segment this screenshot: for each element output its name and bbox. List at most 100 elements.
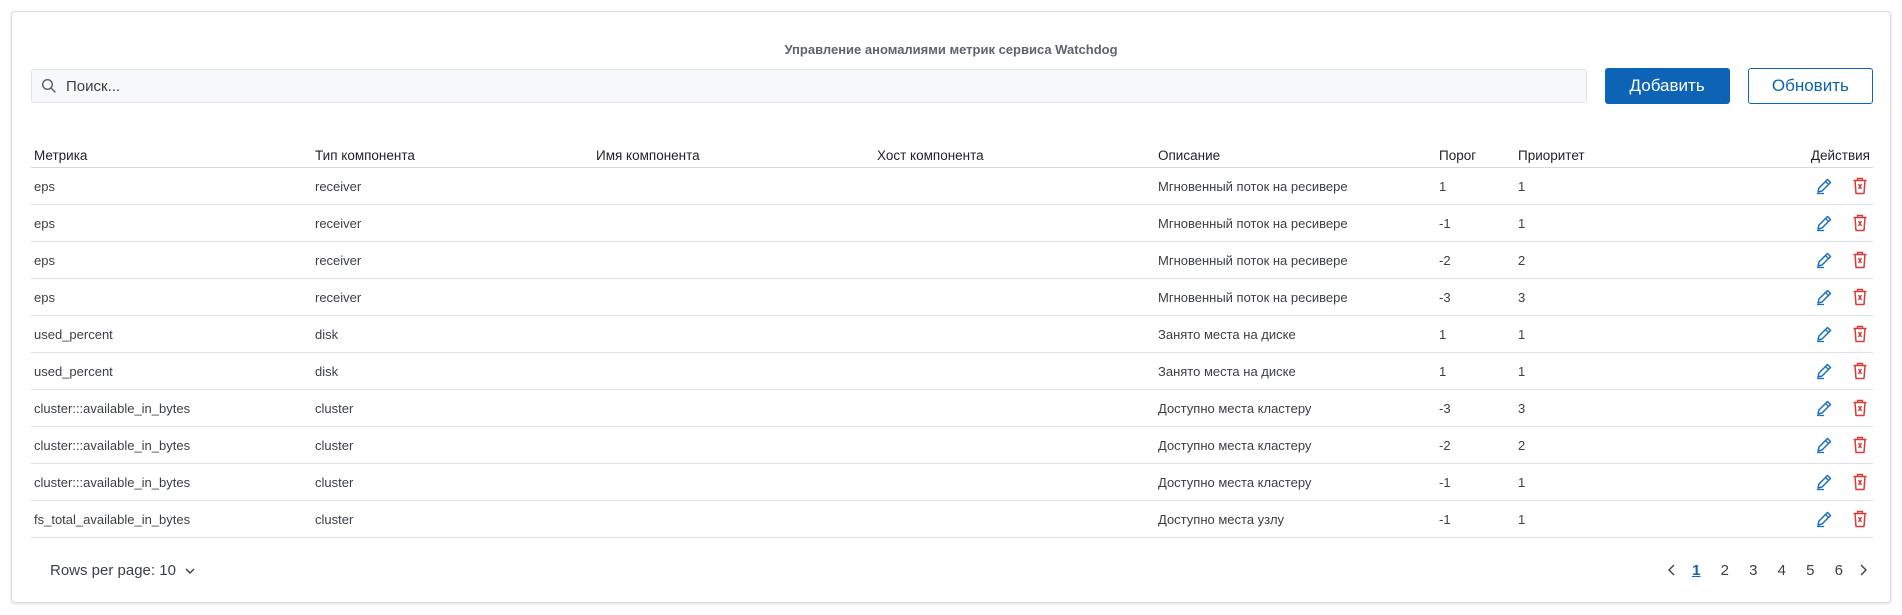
page-3-button[interactable]: 3	[1739, 562, 1768, 579]
page-list: 123456	[1682, 562, 1853, 579]
trash-icon[interactable]	[1850, 176, 1870, 196]
table-footer: Rows per page: 10 123456	[31, 558, 1873, 582]
pencil-icon[interactable]	[1814, 361, 1834, 381]
trash-icon[interactable]	[1850, 509, 1870, 529]
chevron-right-icon	[1860, 564, 1867, 576]
cell-actions	[1635, 509, 1873, 529]
chevron-left-icon	[1668, 564, 1675, 576]
cell-description: Доступно места кластеру	[1158, 400, 1312, 416]
cell-component-type: receiver	[315, 215, 362, 231]
table-row: cluster:::available_in_bytes cluster Досту…	[31, 464, 1873, 501]
cell-component-type: cluster	[315, 511, 354, 527]
column-header-metric[interactable]: Метрика	[31, 148, 312, 163]
page-title: Управление аномалиями метрик сервиса Wat…	[784, 42, 1118, 57]
cell-priority: 1	[1518, 326, 1526, 342]
column-header-actions: Действия	[1810, 148, 1870, 163]
table-body: eps receiver Мгновенный поток на ресивере 1…	[31, 168, 1873, 538]
column-header-component-type[interactable]: Тип компонента	[312, 148, 593, 163]
trash-icon[interactable]	[1850, 213, 1870, 233]
search-input[interactable]	[32, 70, 1586, 102]
column-header-threshold[interactable]: Порог	[1436, 148, 1515, 163]
cell-priority: 3	[1518, 400, 1526, 416]
cell-component-type: receiver	[315, 178, 362, 194]
table-row: cluster:::available_in_bytes cluster Досту…	[31, 390, 1873, 427]
cell-metric: used_percent	[34, 363, 113, 379]
search-icon	[41, 78, 57, 94]
cell-description: Мгновенный поток на ресивере	[1158, 289, 1348, 305]
cell-actions	[1635, 324, 1873, 344]
column-header-priority[interactable]: Приоритет	[1515, 148, 1635, 163]
cell-actions	[1635, 398, 1873, 418]
pencil-icon[interactable]	[1814, 176, 1834, 196]
trash-icon[interactable]	[1850, 472, 1870, 492]
add-button[interactable]: Добавить	[1604, 68, 1730, 104]
cell-metric: eps	[34, 252, 55, 268]
pencil-icon[interactable]	[1814, 324, 1834, 344]
rows-per-page-select[interactable]: Rows per page: 10	[31, 562, 196, 579]
pencil-icon[interactable]	[1814, 472, 1834, 492]
cell-metric: cluster:::available_in_bytes	[34, 400, 191, 416]
table-row: eps receiver Мгновенный поток на ресивере -…	[31, 279, 1873, 316]
cell-description: Занято места на диске	[1158, 326, 1296, 342]
chevron-down-icon	[184, 564, 196, 576]
trash-icon[interactable]	[1850, 287, 1870, 307]
cell-component-type: disk	[315, 363, 339, 379]
pencil-icon[interactable]	[1814, 509, 1834, 529]
cell-priority: 2	[1518, 437, 1526, 453]
cell-description: Мгновенный поток на ресивере	[1158, 215, 1348, 231]
cell-description: Мгновенный поток на ресивере	[1158, 178, 1348, 194]
cell-actions	[1635, 213, 1873, 233]
cell-actions	[1635, 250, 1873, 270]
trash-icon[interactable]	[1850, 324, 1870, 344]
column-header-description[interactable]: Описание	[1155, 148, 1436, 163]
cell-actions	[1635, 361, 1873, 381]
cell-description: Мгновенный поток на ресивере	[1158, 252, 1348, 268]
cell-threshold: -3	[1439, 289, 1451, 305]
pagination: 123456	[1662, 560, 1873, 580]
cell-component-type: disk	[315, 326, 339, 342]
pencil-icon[interactable]	[1814, 398, 1834, 418]
cell-priority: 1	[1518, 178, 1526, 194]
search-box	[31, 69, 1587, 103]
metrics-table: Метрика Тип компонента Имя компонента Хо…	[31, 138, 1873, 538]
cell-priority: 1	[1518, 363, 1526, 379]
pencil-icon[interactable]	[1814, 435, 1834, 455]
cell-threshold: 1	[1439, 326, 1447, 342]
column-header-component-host[interactable]: Хост компонента	[874, 148, 1155, 163]
pencil-icon[interactable]	[1814, 287, 1834, 307]
column-header-component-name[interactable]: Имя компонента	[593, 148, 874, 163]
trash-icon[interactable]	[1850, 361, 1870, 381]
cell-metric: used_percent	[34, 326, 113, 342]
next-page-button[interactable]	[1853, 560, 1873, 580]
table-header: Метрика Тип компонента Имя компонента Хо…	[31, 138, 1873, 168]
page-6-button[interactable]: 6	[1825, 562, 1854, 579]
pencil-icon[interactable]	[1814, 213, 1834, 233]
metrics-card: Управление аномалиями метрик сервиса Wat…	[11, 11, 1891, 603]
cell-description: Доступно места узлу	[1158, 511, 1285, 527]
page-4-button[interactable]: 4	[1768, 562, 1797, 579]
trash-icon[interactable]	[1850, 250, 1870, 270]
table-row: fs_total_available_in_bytes cluster Доступ…	[31, 501, 1873, 538]
pencil-icon[interactable]	[1814, 250, 1834, 270]
cell-actions	[1635, 287, 1873, 307]
refresh-button[interactable]: Обновить	[1747, 68, 1873, 104]
page-5-button[interactable]: 5	[1796, 562, 1825, 579]
table-row: used_percent disk Занято места на диске 1 1	[31, 353, 1873, 390]
cell-component-type: cluster	[315, 437, 354, 453]
cell-actions	[1635, 472, 1873, 492]
table-row: eps receiver Мгновенный поток на ресивере 1…	[31, 168, 1873, 205]
cell-metric: eps	[34, 215, 55, 231]
prev-page-button[interactable]	[1662, 560, 1682, 580]
cell-threshold: -2	[1439, 437, 1451, 453]
table-row: cluster:::available_in_bytes cluster Досту…	[31, 427, 1873, 464]
trash-icon[interactable]	[1850, 435, 1870, 455]
cell-priority: 3	[1518, 289, 1526, 305]
cell-priority: 1	[1518, 511, 1526, 527]
page-2-button[interactable]: 2	[1711, 562, 1740, 579]
trash-icon[interactable]	[1850, 398, 1870, 418]
page-1-button[interactable]: 1	[1682, 562, 1711, 579]
cell-component-type: cluster	[315, 400, 354, 416]
cell-metric: eps	[34, 289, 55, 305]
rows-per-page-label: Rows per page: 10	[50, 561, 176, 579]
table-row: eps receiver Мгновенный поток на ресивере -…	[31, 242, 1873, 279]
